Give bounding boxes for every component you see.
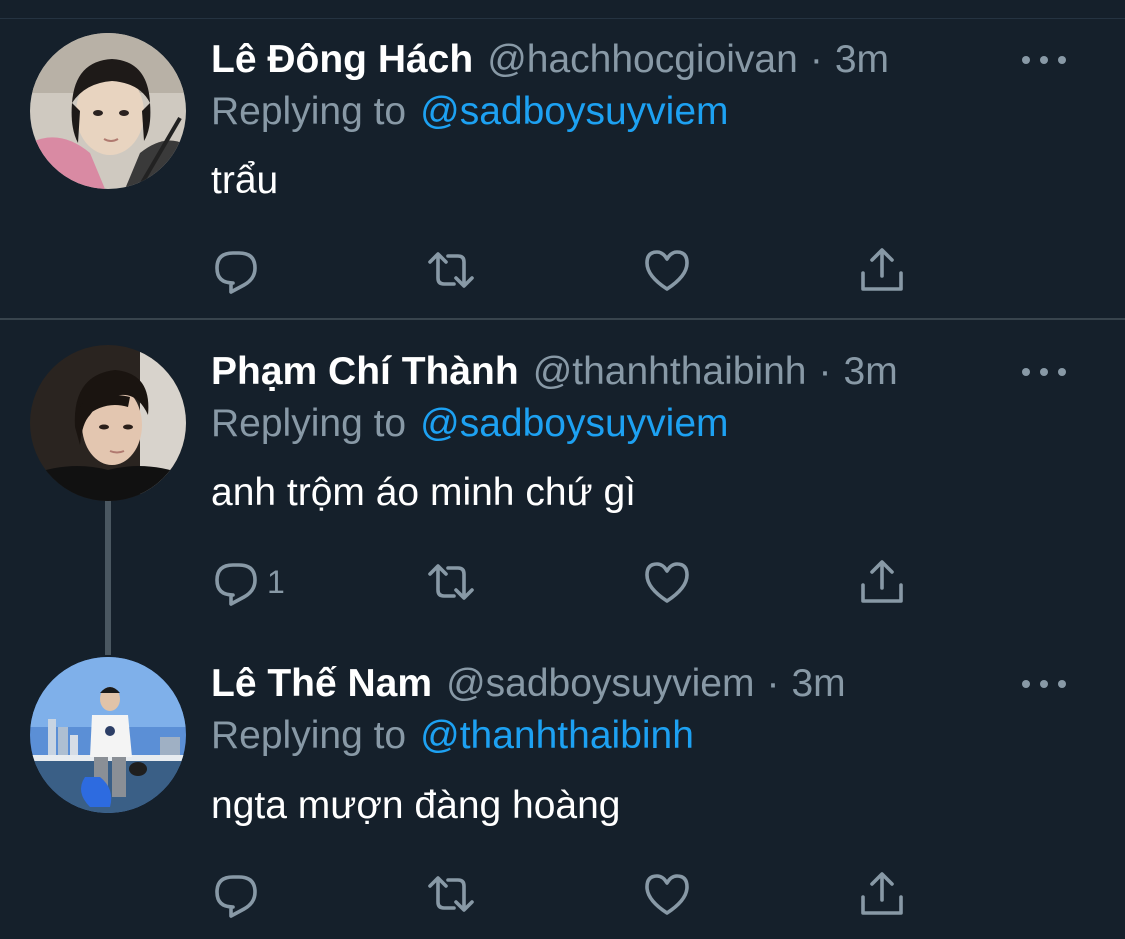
retweet-button[interactable] — [426, 869, 476, 919]
heart-icon — [645, 562, 689, 603]
replying-to-label: Replying to — [211, 90, 407, 133]
tweet-1[interactable]: Lê Đông Hách @hachhocgioivan · 3m Replyi… — [0, 0, 1125, 318]
replying-to-label: Replying to — [211, 402, 407, 445]
avatar[interactable] — [30, 345, 186, 501]
timestamp[interactable]: 3m — [835, 38, 889, 82]
reply-icon — [215, 251, 257, 294]
reply-count: 1 — [267, 563, 285, 600]
replying-to-link[interactable]: @thanhthaibinh — [420, 714, 694, 758]
replying-to-line: Replying to @thanhthaibinh — [211, 712, 694, 760]
share-icon — [861, 872, 903, 915]
retweet-button[interactable] — [426, 245, 476, 295]
avatar[interactable] — [30, 33, 186, 189]
replying-to-line: Replying to @sadboysuyviem — [211, 400, 729, 448]
replying-to-link[interactable]: @sadboysuyviem — [420, 402, 728, 446]
avatar[interactable] — [30, 657, 186, 813]
share-icon — [861, 248, 903, 291]
reply-icon — [215, 563, 257, 606]
action-bar — [211, 869, 931, 919]
tweet-3[interactable]: Lê Thế Nam @sadboysuyviem · 3m Replying … — [0, 630, 1125, 939]
more-icon[interactable] — [1022, 362, 1066, 382]
avatar-photo-2 — [30, 345, 186, 501]
more-icon[interactable] — [1022, 674, 1066, 694]
tweet-text: trẩu — [211, 159, 279, 202]
tweet-text: ngta mượn đàng hoàng — [211, 784, 621, 827]
handle[interactable]: @sadboysuyviem — [446, 662, 754, 706]
avatar-photo-3 — [30, 657, 186, 813]
like-button[interactable] — [642, 869, 692, 919]
display-name[interactable]: Lê Đông Hách — [211, 38, 473, 82]
retweet-icon — [428, 252, 474, 288]
retweet-button[interactable] — [426, 557, 476, 607]
tweet-header: Lê Thế Nam @sadboysuyviem · 3m — [211, 659, 846, 709]
retweet-icon — [428, 564, 474, 600]
handle[interactable]: @thanhthaibinh — [533, 350, 807, 394]
share-icon — [861, 560, 903, 603]
retweet-icon — [428, 876, 474, 912]
tweet-text: anh trộm áo minh chứ gì — [211, 471, 636, 514]
separator-dot: · — [766, 662, 780, 705]
display-name[interactable]: Lê Thế Nam — [211, 662, 432, 706]
replying-to-link[interactable]: @sadboysuyviem — [420, 90, 728, 134]
reply-button[interactable] — [211, 245, 267, 295]
tweet-2[interactable]: Phạm Chí Thành @thanhthaibinh · 3m Reply… — [0, 320, 1125, 630]
share-button[interactable] — [857, 869, 907, 919]
handle[interactable]: @hachhocgioivan — [487, 38, 798, 82]
more-icon[interactable] — [1022, 50, 1066, 70]
avatar-photo-1 — [30, 33, 186, 189]
action-bar: 1 — [211, 557, 931, 607]
share-button[interactable] — [857, 245, 907, 295]
tweet-header: Lê Đông Hách @hachhocgioivan · 3m — [211, 35, 889, 85]
replying-to-line: Replying to @sadboysuyviem — [211, 88, 729, 136]
separator-dot: · — [818, 350, 832, 393]
share-button[interactable] — [857, 557, 907, 607]
reply-icon — [215, 875, 257, 918]
heart-icon — [645, 874, 689, 915]
reply-button[interactable] — [211, 869, 267, 919]
action-bar — [211, 245, 931, 295]
like-button[interactable] — [642, 245, 692, 295]
tweet-header: Phạm Chí Thành @thanhthaibinh · 3m — [211, 347, 898, 397]
like-button[interactable] — [642, 557, 692, 607]
separator-dot: · — [809, 38, 823, 81]
timestamp[interactable]: 3m — [791, 662, 845, 706]
reply-button[interactable]: 1 — [211, 557, 285, 607]
display-name[interactable]: Phạm Chí Thành — [211, 350, 519, 394]
replying-to-label: Replying to — [211, 714, 407, 757]
timestamp[interactable]: 3m — [844, 350, 898, 394]
heart-icon — [645, 250, 689, 291]
